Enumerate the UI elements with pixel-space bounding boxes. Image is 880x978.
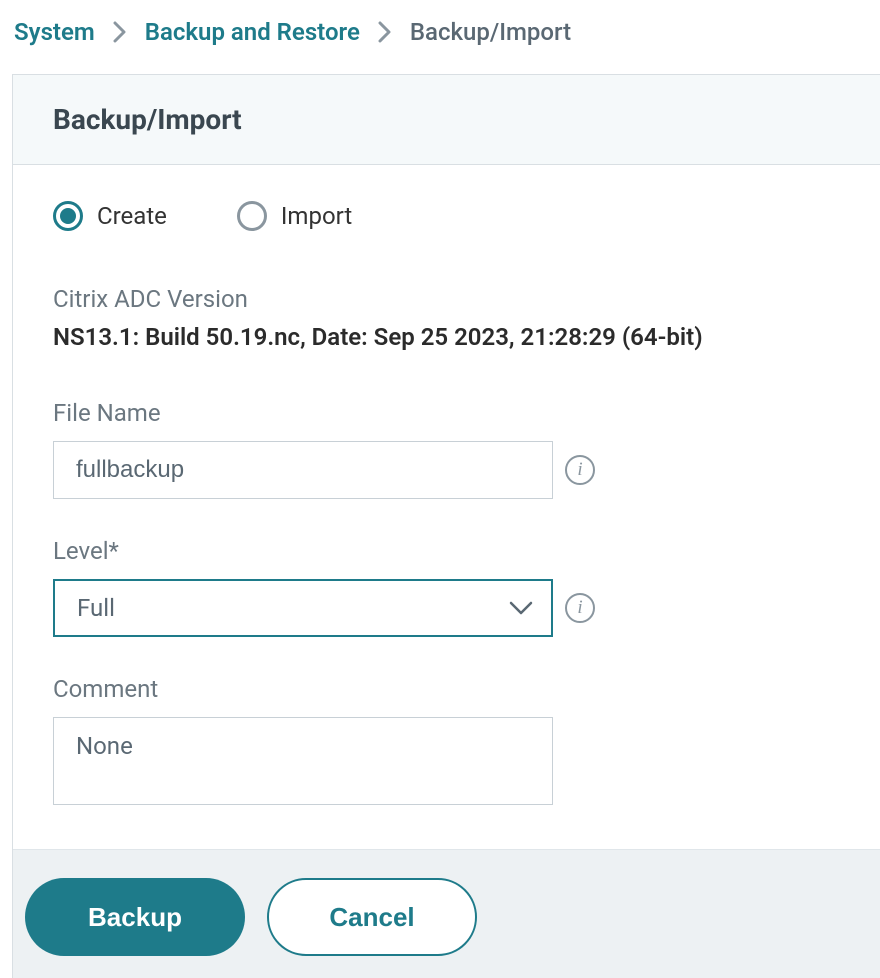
version-label: Citrix ADC Version [53, 285, 840, 313]
breadcrumb-current: Backup/Import [410, 18, 571, 46]
radio-group: Create Import [53, 201, 840, 231]
form-group-comment: Comment [53, 675, 840, 809]
panel-body: Create Import Citrix ADC Version NS13.1:… [13, 165, 880, 849]
chevron-down-icon [509, 601, 533, 615]
page-title: Backup/Import [53, 103, 840, 136]
filename-input[interactable] [53, 441, 553, 499]
level-select[interactable]: Full [53, 579, 553, 637]
breadcrumb-system[interactable]: System [14, 18, 95, 46]
comment-label: Comment [53, 675, 840, 703]
panel-header: Backup/Import [13, 75, 880, 165]
panel-footer: Backup Cancel [13, 849, 880, 978]
version-value: NS13.1: Build 50.19.nc, Date: Sep 25 202… [53, 323, 840, 351]
breadcrumb-backup-restore[interactable]: Backup and Restore [145, 18, 360, 46]
panel: Backup/Import Create Import Citrix ADC V… [12, 74, 880, 978]
radio-import-label: Import [281, 202, 352, 230]
breadcrumb: System Backup and Restore Backup/Import [0, 0, 880, 74]
info-icon[interactable]: i [565, 455, 595, 485]
form-group-level: Level* Full i [53, 537, 840, 637]
backup-button[interactable]: Backup [25, 878, 245, 956]
chevron-right-icon [378, 21, 392, 43]
radio-icon [237, 201, 267, 231]
level-label: Level* [53, 537, 840, 565]
comment-input[interactable] [53, 717, 553, 805]
filename-label: File Name [53, 399, 840, 427]
level-value: Full [77, 594, 115, 622]
form-group-filename: File Name i [53, 399, 840, 499]
version-block: Citrix ADC Version NS13.1: Build 50.19.n… [53, 285, 840, 351]
cancel-button[interactable]: Cancel [267, 878, 477, 956]
radio-icon [53, 201, 83, 231]
chevron-right-icon [113, 21, 127, 43]
info-icon[interactable]: i [565, 593, 595, 623]
radio-create-label: Create [97, 202, 167, 230]
radio-import[interactable]: Import [237, 201, 352, 231]
radio-create[interactable]: Create [53, 201, 167, 231]
